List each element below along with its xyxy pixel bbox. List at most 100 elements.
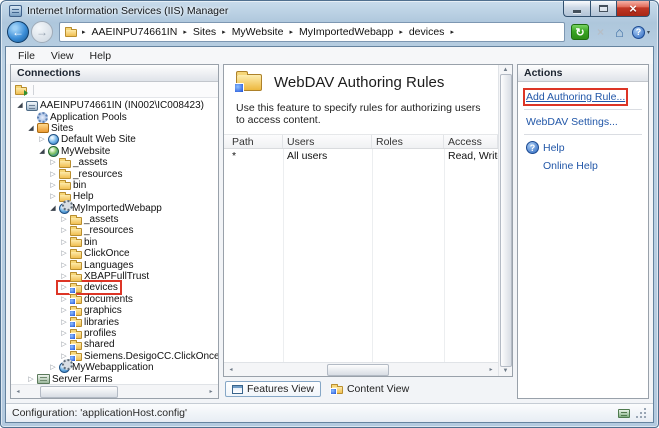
tree-item-graphics[interactable]: graphics <box>11 305 218 316</box>
breadcrumb-item-devices[interactable]: devices <box>408 26 446 38</box>
breadcrumb-item-mywebsite[interactable]: MyWebsite <box>231 26 285 38</box>
expander-collapsed-icon[interactable] <box>27 376 35 383</box>
tree-item-resources[interactable]: _resources <box>11 168 218 179</box>
scroll-track[interactable] <box>26 386 203 398</box>
maximize-button[interactable] <box>590 1 616 17</box>
expander-collapsed-icon[interactable] <box>49 171 57 178</box>
tree-item-mywebapplication[interactable]: MyWebapplication <box>11 362 218 373</box>
tree-item-default-web-site[interactable]: Default Web Site <box>11 134 218 145</box>
expander-collapsed-icon[interactable] <box>60 239 68 246</box>
scroll-right-icon[interactable] <box>484 367 498 373</box>
tree-item-mywebsite[interactable]: MyWebsite <box>11 146 218 157</box>
close-button[interactable] <box>616 1 650 17</box>
expander-collapsed-icon[interactable] <box>60 307 68 314</box>
tree-item-content: Siemens.DesigoCC.ClickOnce <box>58 351 218 362</box>
action-help[interactable]: Help <box>523 138 643 157</box>
tree-item-libraries[interactable]: libraries <box>11 316 218 327</box>
minimize-button[interactable] <box>563 1 590 17</box>
expander-collapsed-icon[interactable] <box>49 182 57 189</box>
scroll-thumb[interactable] <box>500 74 512 367</box>
tree-item-content: documents <box>58 294 135 305</box>
expander-collapsed-icon[interactable] <box>60 319 68 326</box>
forward-button[interactable] <box>31 21 53 43</box>
column-header-access[interactable]: Access <box>444 135 498 148</box>
tree-item-sites[interactable]: Sites <box>11 123 218 134</box>
expander-collapsed-icon[interactable] <box>49 159 57 166</box>
table-row[interactable]: *All usersRead, Write <box>224 149 498 163</box>
list-vertical-scrollbar[interactable] <box>498 65 512 376</box>
tree-item-help[interactable]: Help <box>11 191 218 202</box>
tree-item-siemens-desigocc-clickonce[interactable]: Siemens.DesigoCC.ClickOnce <box>11 351 218 362</box>
tree-item-aaeinpu74661in-in002-ic008423[interactable]: AAEINPU74661IN (IN002\IC008423) <box>11 100 218 111</box>
breadcrumb-bar[interactable]: AAEINPU74661IN Sites MyWebsite MyImportedWe… <box>59 22 565 42</box>
expander-collapsed-icon[interactable] <box>60 273 68 280</box>
tree-item-bin[interactable]: bin <box>11 237 218 248</box>
expander-collapsed-icon[interactable] <box>60 341 68 348</box>
scroll-left-icon[interactable] <box>224 367 238 373</box>
action-add-authoring-rule[interactable]: Add Authoring Rule... <box>523 88 643 106</box>
menu-view[interactable]: View <box>43 49 82 63</box>
tree-item-assets[interactable]: _assets <box>11 157 218 168</box>
tree-item-resources[interactable]: _resources <box>11 225 218 236</box>
tab-features-view[interactable]: Features View <box>225 381 321 397</box>
tree-item-application-pools[interactable]: Application Pools <box>11 111 218 122</box>
scroll-down-icon[interactable] <box>499 368 513 374</box>
expander-collapsed-icon[interactable] <box>60 216 68 223</box>
tree-item-bin[interactable]: bin <box>11 180 218 191</box>
expander-expanded-icon[interactable] <box>38 148 46 155</box>
expander-collapsed-icon[interactable] <box>38 136 46 143</box>
page-title: WebDAV Authoring Rules <box>274 74 444 91</box>
expander-collapsed-icon[interactable] <box>60 250 68 257</box>
scroll-up-icon[interactable] <box>499 67 513 73</box>
expander-collapsed-icon[interactable] <box>49 364 57 371</box>
breadcrumb-separator-icon <box>183 29 187 36</box>
scroll-thumb[interactable] <box>40 386 118 398</box>
tree-item-documents[interactable]: documents <box>11 294 218 305</box>
tree-item-devices[interactable]: devices <box>11 282 218 293</box>
list-horizontal-scrollbar[interactable] <box>224 362 498 376</box>
scroll-thumb[interactable] <box>327 364 389 376</box>
expander-collapsed-icon[interactable] <box>60 296 68 303</box>
tree-item-server-farms[interactable]: Server Farms <box>11 373 218 384</box>
tree-item-assets[interactable]: _assets <box>11 214 218 225</box>
tree-item-languages[interactable]: Languages <box>11 259 218 270</box>
expander-collapsed-icon[interactable] <box>60 262 68 269</box>
breadcrumb-item-myimportedwebapp[interactable]: MyImportedWebapp <box>298 26 394 38</box>
scroll-track[interactable] <box>239 364 483 376</box>
connections-horizontal-scrollbar[interactable] <box>11 384 218 398</box>
resize-grip[interactable] <box>636 408 647 419</box>
expander-expanded-icon[interactable] <box>16 102 24 109</box>
scroll-right-icon[interactable] <box>204 389 218 395</box>
home-icon[interactable] <box>612 24 627 40</box>
menu-file[interactable]: File <box>10 49 43 63</box>
restart-icon[interactable] <box>571 24 589 40</box>
tree-item-myimportedwebapp[interactable]: MyImportedWebapp <box>11 203 218 214</box>
tree-item-shared[interactable]: shared <box>11 339 218 350</box>
expander-collapsed-icon[interactable] <box>60 330 68 337</box>
scroll-track[interactable] <box>500 74 512 367</box>
expander-collapsed-icon[interactable] <box>60 284 68 291</box>
scroll-left-icon[interactable] <box>11 389 25 395</box>
expander-expanded-icon[interactable] <box>49 205 57 212</box>
expander-collapsed-icon[interactable] <box>49 193 57 200</box>
action-online-help[interactable]: Online Help <box>523 157 643 175</box>
column-header-roles[interactable]: Roles <box>372 135 444 148</box>
expander-expanded-icon[interactable] <box>27 125 35 132</box>
stop-icon[interactable] <box>594 25 607 39</box>
breadcrumb-item-sites[interactable]: Sites <box>192 26 217 38</box>
tab-content-view[interactable]: Content View <box>324 381 416 397</box>
vdir-icon <box>70 285 82 293</box>
expander-collapsed-icon[interactable] <box>60 227 68 234</box>
column-header-path[interactable]: Path <box>224 135 283 148</box>
folder-icon <box>59 171 71 179</box>
menu-help[interactable]: Help <box>82 49 120 63</box>
column-header-users[interactable]: Users <box>283 135 372 148</box>
back-button[interactable] <box>7 21 29 43</box>
help-menu-button[interactable] <box>632 26 650 39</box>
breadcrumb-item-aaeinpu74661in[interactable]: AAEINPU74661IN <box>91 26 179 38</box>
action-webdav-settings[interactable]: WebDAV Settings... <box>523 113 643 131</box>
create-connection-icon[interactable] <box>15 87 27 95</box>
tree-item-profiles[interactable]: profiles <box>11 328 218 339</box>
tree-item-clickonce[interactable]: ClickOnce <box>11 248 218 259</box>
tree-item-xbapfulltrust[interactable]: XBAPFullTrust <box>11 271 218 282</box>
